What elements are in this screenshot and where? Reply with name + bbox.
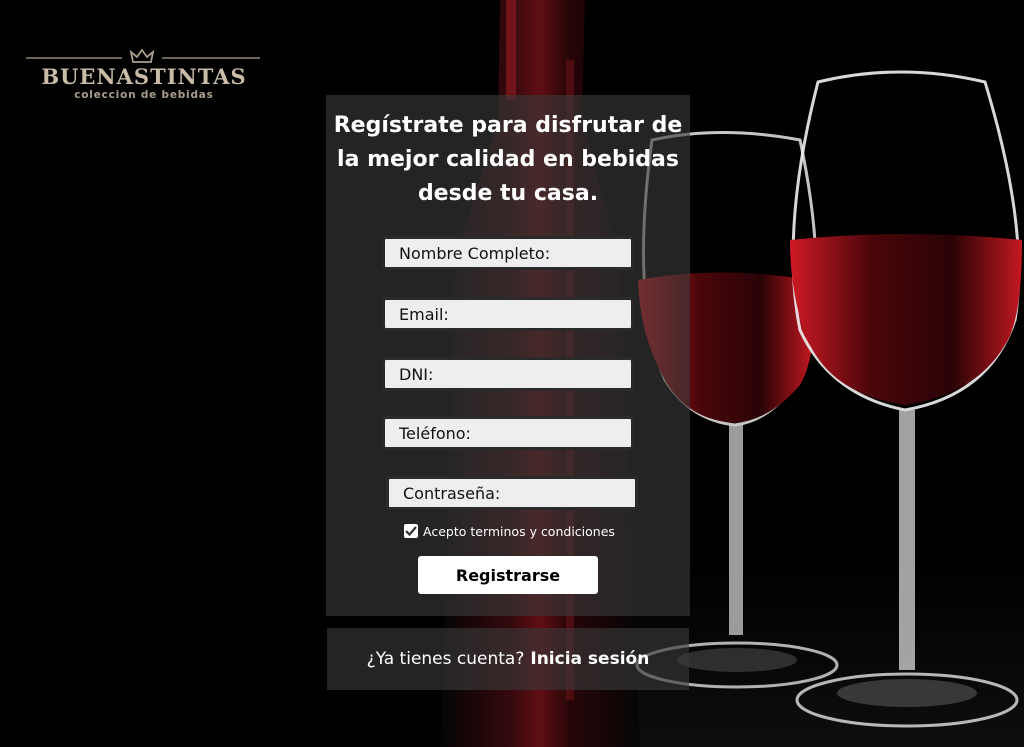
login-link[interactable]: Inicia sesión [530,649,649,669]
password-input[interactable] [386,476,638,510]
checkmark-icon [405,526,417,537]
brand-logo[interactable]: BUENASTINTAS coleccion de bebidas [24,46,264,106]
crown-icon [26,48,260,63]
terms-label: Acepto terminos y condiciones [423,523,615,539]
login-prompt-box: ¿Ya tienes cuenta? Inicia sesión [327,628,689,690]
register-card: Regístrate para disfrutar de la mejor ca… [326,95,690,616]
login-prompt-text: ¿Ya tienes cuenta? [366,649,525,669]
phone-input[interactable] [382,416,634,450]
terms-checkbox[interactable] [404,524,418,538]
brand-tagline: coleccion de bebidas [74,89,214,101]
register-button[interactable]: Registrarse [418,556,598,594]
email-input[interactable] [382,297,634,331]
full-name-input[interactable] [382,236,634,270]
register-heading: Regístrate para disfrutar de la mejor ca… [333,113,683,206]
dni-input[interactable] [382,357,634,391]
terms-row: Acepto terminos y condiciones [404,522,615,540]
brand-name: BUENASTINTAS [41,64,247,89]
